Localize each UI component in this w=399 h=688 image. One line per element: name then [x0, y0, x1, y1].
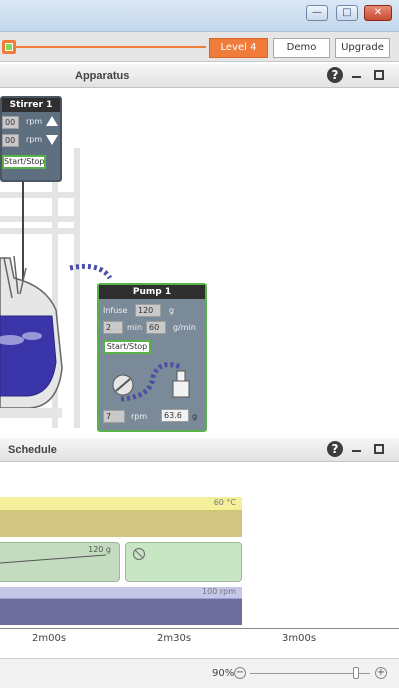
schedule-timeline: 60 °C 120 g 100 rpm [0, 462, 399, 659]
pump-schedule-label: 120 g [88, 545, 111, 554]
maximize-panel-icon[interactable] [374, 444, 384, 454]
zoom-level: 90% [212, 668, 235, 679]
window-titlebar: — □ ✕ [0, 0, 399, 32]
frame-bar [0, 192, 80, 198]
pump-idle-block[interactable] [125, 542, 242, 582]
temperature-track[interactable]: 60 °C [0, 497, 242, 511]
app-toolbar: Level 4 Demo Upgrade [0, 32, 399, 62]
stirrer-speed-label: 100 rpm [202, 587, 236, 596]
stirrer-unit-label: rpm [26, 135, 43, 144]
pump-reading-unit: g [192, 412, 198, 421]
apparatus-panel-header: Apparatus ? [0, 64, 399, 88]
frame-bar [0, 216, 80, 222]
zoom-out-button[interactable]: − [234, 667, 246, 679]
stirrer-start-stop-button[interactable]: Start/Stop [2, 155, 46, 169]
frame-bar [0, 228, 80, 234]
time-tick-label: 2m00s [32, 633, 67, 644]
help-icon[interactable]: ? [327, 441, 343, 457]
pump-duration-unit: min [127, 323, 143, 332]
upgrade-button[interactable]: Upgrade [335, 38, 390, 58]
time-axis [0, 628, 399, 629]
stirrer-speed-value: 00 [2, 116, 19, 129]
zoom-slider-track[interactable] [250, 673, 370, 674]
help-icon[interactable]: ? [327, 67, 343, 83]
pump-panel: Pump 1 Infuse 120 g 2 min 60 g/min Start… [97, 283, 207, 432]
stirrer-track[interactable]: 100 rpm [0, 587, 242, 599]
disabled-icon [132, 547, 146, 561]
pump-rate-field[interactable]: 60 [146, 321, 166, 334]
minimize-panel-icon[interactable] [352, 450, 361, 452]
pump-rate-unit: g/min [173, 323, 196, 332]
zoom-in-button[interactable]: + [375, 667, 387, 679]
temperature-label: 60 °C [213, 498, 236, 507]
pump-speed-field[interactable]: 7 [103, 410, 125, 423]
stirrer-profile [0, 599, 242, 625]
window-maximize-button[interactable]: □ [336, 5, 358, 21]
menu-toggle-icon[interactable] [2, 40, 16, 54]
pump-title: Pump 1 [99, 285, 205, 299]
pump-speed-unit: rpm [131, 412, 148, 421]
speed-up-icon[interactable] [46, 116, 58, 126]
time-tick-label: 2m30s [157, 633, 192, 644]
stirrer-panel: Stirrer 1 00 rpm 00 rpm Start/Stop [0, 96, 62, 182]
maximize-panel-icon[interactable] [374, 70, 384, 80]
window-minimize-button[interactable]: — [306, 5, 328, 21]
stirrer-unit-label: rpm [26, 117, 43, 126]
stirrer-title: Stirrer 1 [2, 98, 60, 112]
window-close-button[interactable]: ✕ [364, 5, 392, 21]
schedule-title: Schedule [8, 444, 57, 456]
demo-button[interactable]: Demo [273, 38, 330, 58]
pump-balance-reading: 63.6 [161, 409, 189, 422]
speed-down-icon[interactable] [46, 135, 58, 145]
pump-duration-field[interactable]: 2 [103, 321, 123, 334]
level-button[interactable]: Level 4 [209, 38, 268, 58]
pump-start-stop-button[interactable]: Start/Stop [103, 340, 151, 354]
temperature-profile [0, 511, 242, 537]
stirrer-speed-setpoint[interactable]: 00 [2, 134, 19, 147]
status-bar: 90% − + [0, 658, 399, 688]
minimize-panel-icon[interactable] [352, 76, 361, 78]
schedule-panel-header: Schedule ? [0, 438, 399, 462]
apparatus-title: Apparatus [75, 70, 130, 82]
apparatus-canvas: Stirrer 1 00 rpm 00 rpm Start/Stop Pump … [0, 88, 399, 435]
pump-amount-field[interactable]: 120 [135, 304, 161, 317]
pump-mechanism-icon [112, 362, 190, 402]
toolbar-accent-line [16, 46, 206, 48]
time-tick-label: 3m00s [282, 633, 317, 644]
pump-amount-unit: g [169, 306, 175, 315]
pump-schedule-block[interactable]: 120 g [0, 542, 120, 582]
pump-mode-label: Infuse [103, 306, 128, 315]
zoom-slider-handle[interactable] [353, 667, 359, 679]
